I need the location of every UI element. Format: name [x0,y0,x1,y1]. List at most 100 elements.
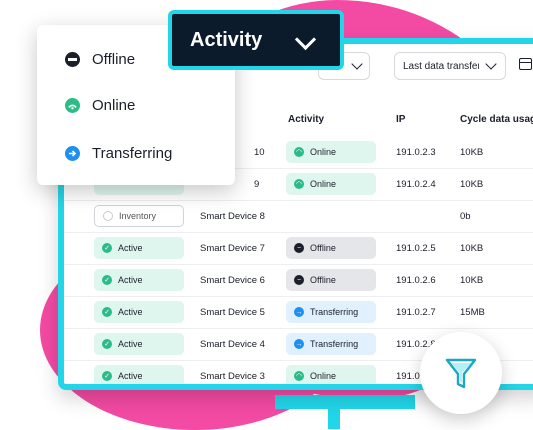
state-cell: ✓ Active [94,264,184,296]
cycle-usage: 10KB [460,242,484,254]
activity-badge: → Transferring [286,333,376,355]
activity-cell: − Offline [286,264,376,296]
activity-label: Transferring [310,339,359,349]
ip-address: 191.0.2.6 [396,274,436,286]
online-icon [65,97,80,113]
activity-label: Offline [310,243,336,253]
column-header-activity[interactable]: Activity [288,114,324,125]
menu-item-online[interactable]: Online [65,93,135,117]
activity-cell: ◠ Online [286,136,376,168]
transferring-icon: → [294,307,304,317]
state-badge-active: ✓ Active [94,333,184,355]
ip-address: 191.0.2.3 [396,146,436,158]
activity-label: Online [310,179,337,189]
state-label: Active [118,243,143,253]
filter-icon [445,358,477,389]
activity-dropdown-label: Activity [190,28,263,51]
accent-strip [275,395,415,409]
state-label: Active [118,339,143,349]
device-name: 10 [254,146,265,158]
activity-cell: → Transferring [286,296,376,328]
device-name: Smart Device 4 [200,338,265,350]
state-label: Active [118,371,143,381]
check-icon: ✓ [102,243,112,253]
chevron-down-icon [294,28,317,51]
activity-badge: − Offline [286,269,376,291]
chevron-down-icon [351,58,363,70]
check-icon: ✓ [102,307,112,317]
table-row[interactable]: ✓ Active Smart Device 7 − Offline 191.0.2.5 10… [64,232,533,265]
ip-address: 191.0.2.5 [396,242,436,254]
ip-address: 191.0.2.7 [396,306,436,318]
state-label: Active [118,275,143,285]
state-cell: ✓ Active [94,328,184,360]
check-icon: ✓ [102,371,112,381]
device-name: Smart Device 3 [200,370,265,382]
activity-cell: − Offline [286,232,376,264]
activity-cell: ◠ Online [286,360,376,384]
check-icon: ✓ [102,339,112,349]
state-cell: ✓ Active [94,232,184,264]
offline-icon: − [294,243,304,253]
activity-cell: → Transferring [286,328,376,360]
state-badge-active: ✓ Active [94,237,184,259]
cycle-usage: 10KB [460,146,484,158]
menu-item-label: Offline [92,50,136,68]
column-header-ip[interactable]: IP [396,114,405,125]
chevron-down-icon [485,58,497,70]
transferring-icon [65,145,80,161]
state-label: Inventory [119,211,157,221]
online-icon: ◠ [294,371,304,381]
ip-address: 191.0.2.4 [396,178,436,190]
menu-item-transferring[interactable]: Transferring [65,141,172,165]
table-row[interactable]: ✓ Active Smart Device 6 − Offline 191.0.2.6 10… [64,264,533,297]
table-row[interactable]: ✓ Active Smart Device 5 → Transferring 191.0.… [64,296,533,329]
activity-label: Transferring [310,307,359,317]
state-cell: Inventory [94,200,184,232]
activity-cell: ◠ Online [286,168,376,200]
column-header-cycle-usage[interactable]: Cycle data usage [460,114,533,125]
filter-button[interactable] [420,332,502,414]
activity-label: Offline [310,275,336,285]
activity-badge: ◠ Online [286,173,376,195]
state-label: Active [118,307,143,317]
table-row[interactable]: Inventory Smart Device 8 0b [64,200,533,233]
calendar-icon[interactable] [519,58,532,70]
device-name: Smart Device 7 [200,242,265,254]
activity-badge: ◠ Online [286,141,376,163]
offline-icon: − [294,275,304,285]
online-icon: ◠ [294,147,304,157]
cycle-usage: 10KB [460,178,484,190]
state-cell: ✓ Active [94,296,184,328]
state-badge-active: ✓ Active [94,365,184,384]
offline-icon [65,51,80,67]
device-name: Smart Device 6 [200,274,265,286]
activity-badge: − Offline [286,237,376,259]
activity-label: Online [310,371,337,381]
activity-label: Online [310,147,337,157]
menu-item-label: Online [92,96,136,114]
state-cell: ✓ Active [94,360,184,384]
menu-item-offline[interactable]: Offline [65,47,135,71]
inventory-icon [103,211,113,221]
activity-dropdown[interactable]: Activity [168,10,344,70]
cycle-usage: 0b [460,210,471,222]
state-badge-active: ✓ Active [94,269,184,291]
menu-item-label: Transferring [92,144,173,162]
device-name: 9 [254,178,260,190]
cycle-usage: 10KB [460,274,484,286]
device-name: Smart Device 5 [200,306,265,318]
check-icon: ✓ [102,275,112,285]
activity-badge: → Transferring [286,301,376,323]
accent-strip-vertical [328,395,340,429]
ip-address: 191.0. [396,370,423,382]
activity-badge: ◠ Online [286,365,376,384]
online-icon: ◠ [294,179,304,189]
device-name: Smart Device 8 [200,210,265,222]
sort-select[interactable]: Last data transfer [394,52,506,80]
state-badge-inventory: Inventory [94,205,184,227]
state-badge-active: ✓ Active [94,301,184,323]
cycle-usage: 15MB [460,306,485,318]
transferring-icon: → [294,339,304,349]
sort-label: Last data transfer [403,60,479,72]
